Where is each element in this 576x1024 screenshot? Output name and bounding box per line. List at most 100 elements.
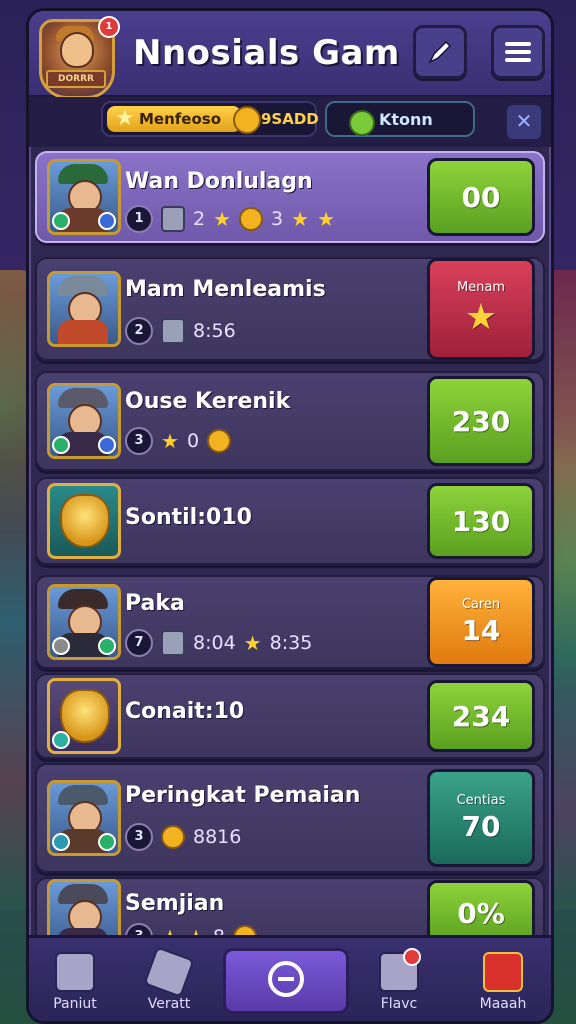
score-value: 130	[451, 504, 511, 538]
avatar	[47, 159, 121, 235]
player-name: Paka	[125, 591, 185, 616]
score-button[interactable]: 130	[427, 483, 535, 559]
close-button[interactable]: ✕	[505, 103, 543, 141]
hero-icon	[483, 952, 523, 992]
star-icon: ★	[243, 631, 262, 655]
list-item[interactable]: Ouse Kerenik 3 ★ 0 230	[35, 371, 545, 471]
gem-icon	[161, 206, 185, 232]
edit-button[interactable]	[413, 25, 467, 79]
nav-item-play[interactable]	[223, 948, 349, 1014]
coin-icon	[233, 106, 261, 134]
score-caption: Menam	[456, 280, 506, 295]
player-name: Semjian	[125, 891, 225, 916]
star-icon: ★	[161, 429, 179, 453]
gold-label: Menfeoso	[139, 110, 222, 128]
player-name: Conait:10	[125, 699, 245, 724]
list-item[interactable]: Paka 7 8:04 ★ 8:35 Caren 14	[35, 575, 545, 669]
home-icon	[55, 952, 95, 992]
bottom-nav: Paniut Veratt Flavc Maaah	[29, 935, 551, 1021]
gold-amount: 9SADD	[261, 110, 319, 128]
notification-badge	[403, 948, 421, 966]
game-logo: DORRR 1	[39, 16, 120, 99]
score-value: 14	[461, 614, 501, 647]
nav-label: Veratt	[147, 996, 191, 1012]
gold-currency-pill[interactable]: ★ Menfeoso 9SADD	[101, 101, 319, 137]
player-stats: 7 8:04 ★ 8:35	[125, 629, 312, 657]
rank-badge: 1	[125, 205, 153, 233]
logo-notification-badge: 1	[98, 16, 120, 38]
nav-item-veratt[interactable]: Veratt	[129, 946, 209, 1018]
list-item[interactable]: Mam Menleamis 2 8:56 Menam ★	[35, 257, 545, 361]
header-bar: DORRR 1 Nnosials Gam	[29, 11, 551, 99]
star-icon: ★	[213, 207, 232, 231]
star-icon: ★	[115, 106, 135, 131]
stat-extra: 8:35	[269, 632, 313, 654]
player-name: Wan Donlulagn	[125, 169, 313, 194]
score-caption: Centias	[456, 793, 506, 808]
coin-icon	[207, 429, 232, 453]
play-circle-icon	[268, 961, 304, 997]
list-item[interactable]: Sontil:010 130	[35, 477, 545, 565]
nav-label: Paniut	[53, 996, 97, 1012]
green-label: Ktonn	[379, 109, 433, 129]
star-icon: ★	[464, 297, 498, 338]
rank-badge: 7	[125, 629, 153, 657]
green-currency-pill[interactable]: Ktonn	[325, 101, 475, 137]
list-item[interactable]: Wan Donlulagn 1 2 ★ 3 ★ ★ 00	[35, 151, 545, 243]
stat-value: 8:04	[193, 632, 236, 654]
avatar	[47, 780, 121, 856]
player-name: Mam Menleamis	[125, 277, 326, 302]
stat-value: 8:56	[193, 320, 236, 342]
score-button[interactable]: 234	[427, 680, 535, 752]
star-icon	[143, 946, 195, 998]
nav-label: Flavc	[380, 996, 418, 1012]
avatar	[47, 678, 121, 754]
score-value: 70	[461, 810, 501, 843]
menu-button[interactable]	[491, 25, 545, 79]
rank-badge: 3	[125, 427, 153, 455]
score-caption: Caren	[461, 597, 501, 612]
stat-extra: 3	[271, 208, 284, 230]
player-stats: 2 8:56	[125, 317, 236, 345]
trophy-emblem-icon	[60, 494, 110, 548]
hamburger-icon	[505, 38, 531, 66]
score-value: 234	[451, 699, 511, 733]
player-stats: 3 ★ 0	[125, 427, 232, 455]
stat-value: 0	[186, 430, 200, 452]
leaf-icon	[349, 110, 375, 136]
nav-item-paniut[interactable]: Paniut	[35, 946, 115, 1018]
player-name: Peringkat Pemaian	[125, 783, 361, 808]
player-stats: 3 8816	[125, 823, 241, 851]
coin-icon	[161, 825, 185, 849]
rank-badge: 2	[125, 317, 153, 345]
app-title: Nnosials Gam	[133, 33, 400, 73]
avatar	[47, 483, 121, 559]
avatar	[47, 271, 121, 347]
nav-label: Maaah	[479, 996, 527, 1012]
stat-value: 2	[193, 208, 206, 230]
rank-badge: 3	[125, 823, 153, 851]
logo-banner: DORRR	[46, 70, 106, 88]
player-stats: 1 2 ★ 3 ★ ★	[125, 205, 335, 233]
list-item[interactable]: Peringkat Pemaian 3 8816 Centias 70	[35, 763, 545, 873]
score-value: 230	[451, 404, 511, 438]
list-item[interactable]: Conait:10 234	[35, 673, 545, 759]
avatar	[47, 383, 121, 459]
score-button[interactable]: Menam ★	[427, 258, 535, 360]
gold-label-pill: ★ Menfeoso	[107, 106, 241, 132]
nav-item-flavc[interactable]: Flavc	[359, 946, 439, 1018]
player-name: Ouse Kerenik	[125, 389, 291, 414]
score-button[interactable]: Caren 14	[427, 577, 535, 667]
game-panel: DORRR 1 Nnosials Gam ★ Menfeoso 9SADD Kt…	[26, 8, 554, 1024]
score-button[interactable]: 230	[427, 376, 535, 466]
stat-value: 8816	[193, 826, 242, 848]
nav-item-maaah[interactable]: Maaah	[465, 946, 541, 1018]
score-button[interactable]: Centias 70	[427, 769, 535, 867]
score-button[interactable]: 00	[427, 158, 535, 236]
avatar	[47, 584, 121, 660]
logo-face	[60, 32, 94, 68]
score-value: 0%	[457, 896, 505, 930]
player-name: Sontil:010	[125, 505, 252, 530]
pencil-icon	[428, 40, 452, 64]
score-value: 00	[461, 180, 501, 214]
